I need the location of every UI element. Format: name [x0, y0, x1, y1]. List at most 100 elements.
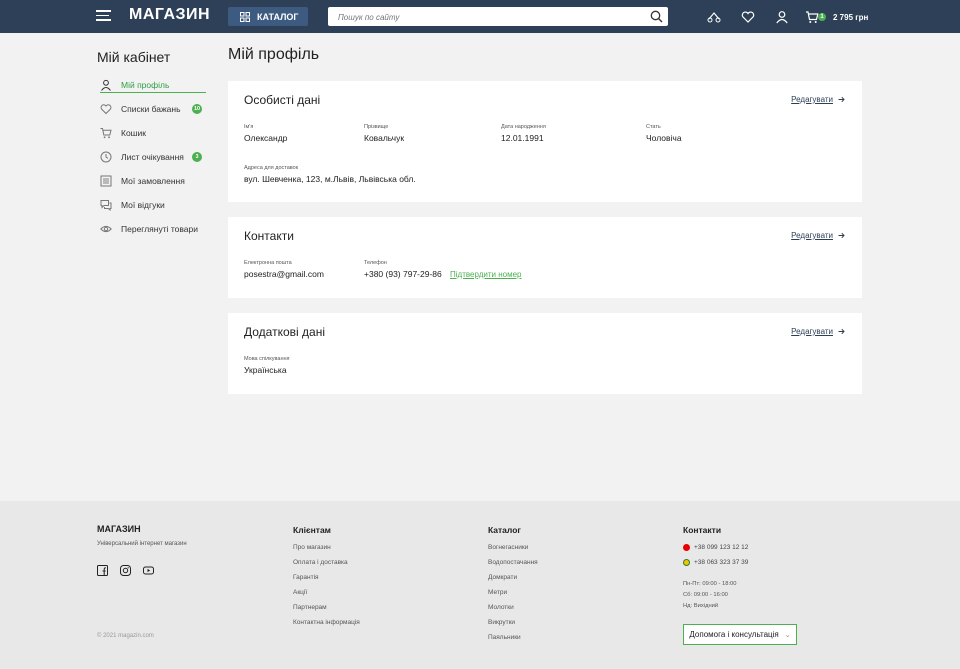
arrow-right-icon	[838, 232, 845, 239]
sidebar-item-profile[interactable]: Мій профіль	[100, 77, 206, 93]
cart-total[interactable]: 2 795 грн	[833, 13, 868, 22]
cart-count-badge: 1	[818, 13, 826, 21]
field-label: Телефон	[364, 260, 387, 266]
arrow-right-icon	[838, 328, 845, 335]
footer-link[interactable]: Викрутки	[488, 619, 515, 626]
sidebar-item-waitlist[interactable]: Лист очікування 3	[100, 149, 206, 165]
edit-label: Редагувати	[791, 327, 833, 336]
catalog-button[interactable]: КАТАЛОГ	[228, 7, 308, 26]
footer: МАГАЗИН Універсальний інтернет магазин ©…	[0, 501, 960, 669]
card-title: Додаткові дані	[244, 325, 325, 339]
confirm-phone-link[interactable]: Підтвердити номер	[450, 270, 522, 279]
sidebar-item-label: Лист очікування	[121, 152, 184, 162]
sidebar-item-wishlists[interactable]: Списки бажань 10	[100, 101, 206, 117]
lifecell-icon	[683, 559, 690, 566]
email-field: Електронна пошта posestra@gmail.com	[244, 260, 324, 279]
cart-icon[interactable]	[805, 10, 819, 24]
field-value: Українська	[244, 365, 287, 375]
first-name-field: Ім'я Олександр	[244, 124, 287, 143]
grid-icon	[240, 11, 250, 22]
birth-date-field: Дата народження 12.01.1991	[501, 124, 546, 143]
footer-link[interactable]: Домкрати	[488, 574, 517, 581]
footer-link[interactable]: Паяльники	[488, 634, 521, 641]
gender-field: Стать Чоловіча	[646, 124, 682, 143]
wishlist-count-badge: 10	[192, 104, 202, 114]
sidebar-item-orders[interactable]: Мої замовлення	[100, 173, 206, 189]
footer-link[interactable]: Водопостачання	[488, 559, 538, 566]
footer-link[interactable]: Гарантія	[293, 574, 319, 581]
field-label: Електронна пошта	[244, 260, 292, 266]
catalog-label: КАТАЛОГ	[257, 11, 299, 22]
footer-phone-2[interactable]: +38 063 323 37 39	[683, 559, 748, 566]
personal-data-card: Особисті дані Редагувати Ім'я Олександр …	[228, 81, 862, 202]
cart-icon	[100, 128, 112, 139]
edit-extra-link[interactable]: Редагувати	[791, 327, 845, 336]
edit-label: Редагувати	[791, 95, 833, 104]
edit-contacts-link[interactable]: Редагувати	[791, 231, 845, 240]
footer-link[interactable]: Партнерам	[293, 604, 327, 611]
eye-icon	[100, 225, 112, 233]
footer-link[interactable]: Метри	[488, 589, 507, 596]
footer-tagline: Універсальний інтернет магазин	[97, 541, 187, 547]
wishlist-icon[interactable]	[741, 10, 755, 24]
footer-contacts-title: Контакти	[683, 525, 722, 535]
edit-personal-link[interactable]: Редагувати	[791, 95, 845, 104]
sidebar-item-label: Кошик	[121, 128, 146, 138]
sidebar-item-label: Мої відгуки	[121, 200, 165, 210]
search-input[interactable]	[328, 8, 628, 27]
edit-label: Редагувати	[791, 231, 833, 240]
card-title: Контакти	[244, 229, 294, 243]
search-bar	[328, 7, 668, 27]
last-name-field: Прізвище Ковальчук	[364, 124, 404, 143]
language-field: Мова спілкування Українська	[244, 356, 290, 375]
site-logo[interactable]: МАГАЗИН	[129, 6, 210, 24]
field-value: posestra@gmail.com	[244, 269, 324, 279]
waitlist-count-badge: 3	[192, 152, 202, 162]
footer-link[interactable]: Про магазин	[293, 544, 331, 551]
field-label: Прізвище	[364, 124, 389, 130]
sidebar-item-label: Переглянуті товари	[121, 224, 199, 234]
field-label: Ім'я	[244, 124, 254, 130]
footer-link[interactable]: Оплата і доставка	[293, 559, 348, 566]
page-title: Мій профіль	[228, 46, 320, 63]
reviews-icon	[100, 200, 112, 211]
footer-link[interactable]: Акції	[293, 589, 307, 596]
footer-link[interactable]: Контактна інформація	[293, 619, 360, 626]
address-field: Адреса для доставок вул. Шевченка, 123, …	[244, 165, 416, 184]
sidebar-item-viewed[interactable]: Переглянуті товари	[100, 221, 206, 237]
field-label: Мова спілкування	[244, 356, 290, 362]
phone-field: Телефон +380 (93) 797-29-86	[364, 260, 442, 279]
sidebar-item-label: Мій профіль	[121, 79, 170, 90]
hours-sunday: Нд: Вихідний	[683, 603, 719, 609]
instagram-icon[interactable]	[120, 565, 131, 576]
footer-logo[interactable]: МАГАЗИН	[97, 524, 141, 534]
help-consultation-button[interactable]: Допомога і консультація ⌄	[683, 624, 797, 645]
user-icon	[101, 79, 111, 91]
field-value: +380 (93) 797-29-86	[364, 269, 442, 279]
facebook-icon[interactable]	[97, 565, 108, 576]
footer-link[interactable]: Молотки	[488, 604, 514, 611]
hours-saturday: Сб: 09:00 - 16:00	[683, 592, 728, 598]
search-icon[interactable]	[650, 10, 663, 23]
account-icon[interactable]	[775, 10, 789, 24]
footer-phone-1[interactable]: +38 099 123 12 12	[683, 544, 748, 551]
top-header: МАГАЗИН КАТАЛОГ 1 2 795 грн	[0, 0, 960, 33]
sidebar-item-label: Мої замовлення	[121, 176, 185, 186]
footer-catalog-title: Каталог	[488, 525, 521, 535]
copyright: © 2021 magazin.com	[97, 633, 154, 639]
field-value: Ковальчук	[364, 133, 405, 143]
field-value: Чоловіча	[646, 133, 682, 143]
footer-clients-title: Клієнтам	[293, 525, 331, 535]
hours-weekdays: Пн-Пт: 09:00 - 18:00	[683, 581, 737, 587]
phone-number: +38 063 323 37 39	[694, 559, 749, 566]
heart-icon	[100, 104, 112, 115]
sidebar-item-reviews[interactable]: Мої відгуки	[100, 197, 206, 213]
youtube-icon[interactable]	[143, 565, 154, 576]
compare-icon[interactable]	[707, 10, 721, 24]
field-value: Олександр	[244, 133, 288, 143]
orders-icon	[100, 175, 112, 187]
sidebar-item-cart[interactable]: Кошик	[100, 125, 206, 141]
extra-data-card: Додаткові дані Редагувати Мова спілкуван…	[228, 313, 862, 394]
footer-link[interactable]: Вогнегасники	[488, 544, 528, 551]
menu-icon[interactable]	[96, 10, 111, 22]
